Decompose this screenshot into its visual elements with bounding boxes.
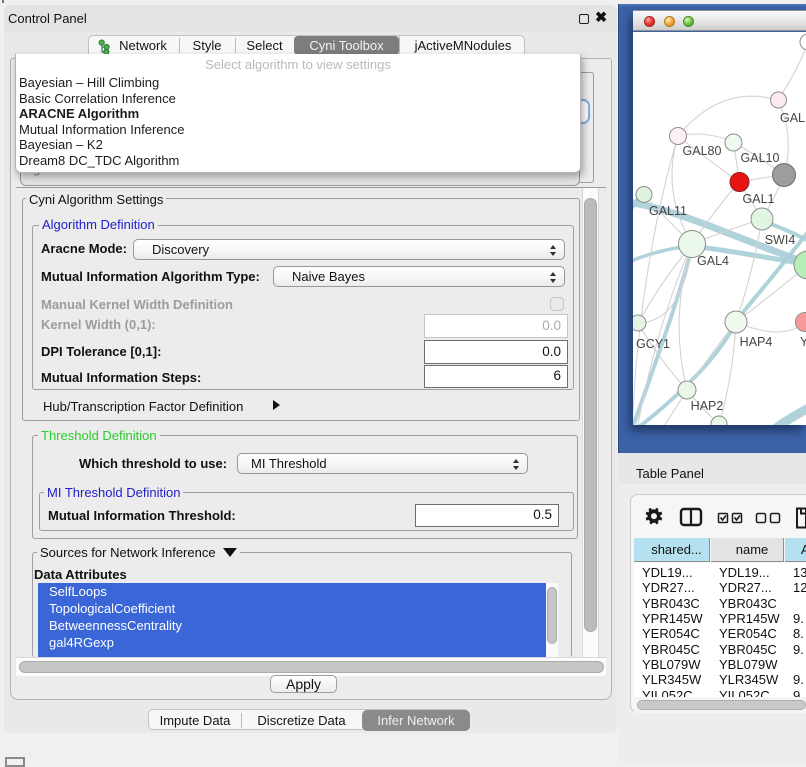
svg-text:GAL80: GAL80 <box>683 144 722 158</box>
svg-text:HAP4: HAP4 <box>740 335 773 349</box>
svg-text:GCY1: GCY1 <box>636 337 670 351</box>
svg-text:GAL4: GAL4 <box>697 254 729 268</box>
svg-text:GAL1: GAL1 <box>743 192 775 206</box>
svg-text:GAL: GAL <box>780 111 805 125</box>
svg-text:Y: Y <box>800 335 806 349</box>
svg-text:GAL10: GAL10 <box>741 151 780 165</box>
svg-text:GAL11: GAL11 <box>649 204 687 218</box>
svg-text:HAP2: HAP2 <box>691 399 724 413</box>
svg-text:SWI4: SWI4 <box>765 233 796 247</box>
